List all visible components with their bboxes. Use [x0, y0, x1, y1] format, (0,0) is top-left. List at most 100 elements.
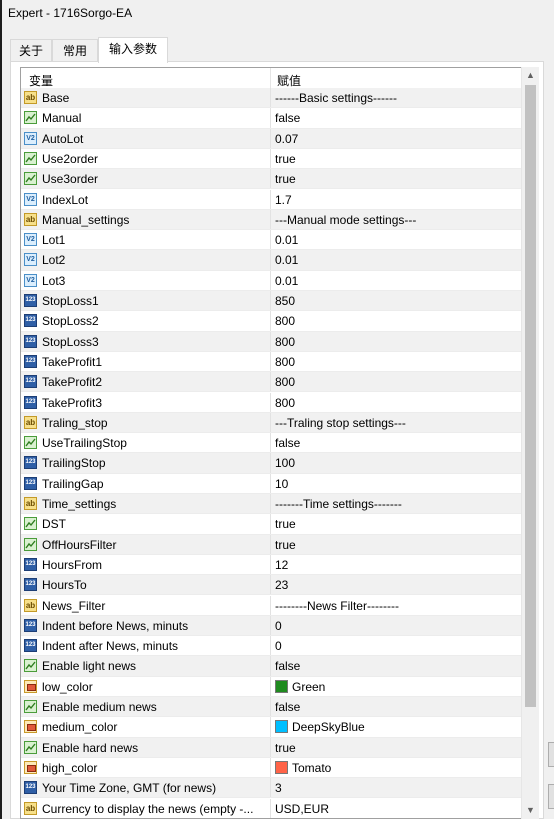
table-row[interactable]: 123 StopLoss1 850	[21, 291, 521, 312]
value-text: 0	[275, 618, 282, 633]
variable-value[interactable]: ---Traling stop settings---	[275, 416, 406, 430]
variable-value[interactable]: 3	[275, 781, 282, 795]
value-text: 800	[275, 375, 296, 390]
table-row[interactable]: Enable medium news false	[21, 697, 521, 718]
table-row[interactable]: low_color Green	[21, 676, 521, 697]
table-row[interactable]: V2 AutoLot 0.07	[21, 128, 521, 149]
variable-value[interactable]: ---Manual mode settings---	[275, 213, 416, 227]
table-row[interactable]: ab Time_settings -------Time settings-----…	[21, 494, 521, 515]
table-row[interactable]: 123 TrailingStop 100	[21, 453, 521, 474]
variable-value[interactable]: 23	[275, 578, 288, 592]
table-row[interactable]: 123 Your Time Zone, GMT (for news) 3	[21, 778, 521, 799]
variable-value[interactable]: --------News Filter--------	[275, 599, 399, 613]
variable-value[interactable]: 800	[275, 335, 295, 349]
variable-value[interactable]: false	[275, 111, 300, 125]
variable-value[interactable]: Green	[275, 679, 325, 694]
table-row[interactable]: 123 TakeProfit3 800	[21, 392, 521, 413]
table-row[interactable]: ab Traling_stop ---Traling stop settings--…	[21, 412, 521, 434]
variable-value[interactable]: 0	[275, 619, 282, 633]
int-icon: 123	[24, 354, 37, 368]
variable-value[interactable]: true	[275, 538, 296, 552]
table-row[interactable]: DST true	[21, 514, 521, 535]
table-row[interactable]: UseTrailingStop false	[21, 433, 521, 454]
scroll-up-icon[interactable]: ▲	[522, 67, 539, 84]
variable-value[interactable]: 1.7	[275, 193, 292, 207]
variable-value[interactable]: 800	[275, 396, 295, 410]
variable-value[interactable]: ------Basic settings------	[275, 91, 397, 105]
table-row[interactable]: 123 StopLoss3 800	[21, 331, 521, 352]
table-row[interactable]: 123 TakeProfit2 800	[21, 372, 521, 393]
variable-value[interactable]: 0	[275, 639, 282, 653]
table-row[interactable]: 123 HoursTo 23	[21, 575, 521, 596]
table-row[interactable]: 123 Indent before News, minuts 0	[21, 615, 521, 637]
column-divider	[270, 595, 271, 616]
side-button-bottom[interactable]	[548, 784, 554, 809]
table-row[interactable]: Use2order true	[21, 148, 521, 170]
table-row[interactable]: 123 TakeProfit1 800	[21, 351, 521, 373]
table-row[interactable]: V2 IndexLot 1.7	[21, 189, 521, 210]
color-icon	[24, 679, 37, 693]
variable-value[interactable]: true	[275, 172, 296, 186]
variable-value[interactable]: 100	[275, 456, 295, 470]
column-divider	[270, 554, 271, 576]
variable-value[interactable]: 0.01	[275, 253, 298, 267]
scroll-thumb[interactable]	[525, 85, 536, 707]
tab-common[interactable]: 常用	[52, 39, 98, 61]
table-row[interactable]: ab Currency to display the news (empty -.…	[21, 798, 521, 818]
header-variable[interactable]: 变量	[29, 72, 53, 89]
tab-inputs[interactable]: 输入参数	[98, 37, 168, 63]
color-swatch	[275, 760, 288, 774]
variable-value[interactable]: true	[275, 517, 296, 531]
table-row[interactable]: medium_color DeepSkyBlue	[21, 717, 521, 738]
table-row[interactable]: V2 Lot2 0.01	[21, 250, 521, 271]
table-row[interactable]: ab Manual_settings ---Manual mode settings…	[21, 209, 521, 231]
variable-value[interactable]: 0.01	[275, 274, 298, 288]
table-row[interactable]: Use3order true	[21, 169, 521, 190]
table-row[interactable]: ab News_Filter --------News Filter--------	[21, 595, 521, 616]
table-row[interactable]: V2 Lot1 0.01	[21, 230, 521, 251]
variable-name: Lot1	[42, 233, 66, 248]
table-row[interactable]: Enable light news false	[21, 656, 521, 677]
variable-value[interactable]: 12	[275, 558, 288, 572]
variable-value[interactable]: true	[275, 741, 296, 755]
variable-value[interactable]: false	[275, 659, 300, 673]
table-row[interactable]: Manual false	[21, 108, 521, 129]
column-divider	[270, 433, 271, 454]
bool-icon	[24, 740, 37, 754]
variable-value[interactable]: 800	[275, 375, 295, 389]
scroll-down-icon[interactable]: ▼	[522, 802, 539, 819]
table-row[interactable]: V2 Lot3 0.01	[21, 270, 521, 291]
table-row[interactable]: 123 StopLoss2 800	[21, 311, 521, 332]
variable-value[interactable]: USD,EUR	[275, 802, 329, 816]
variable-value[interactable]: 850	[275, 294, 295, 308]
variable-value[interactable]: 800	[275, 314, 295, 328]
variable-value[interactable]: 10	[275, 477, 288, 491]
variable-value[interactable]: 0.01	[275, 233, 298, 247]
variable-value[interactable]: true	[275, 152, 296, 166]
header-value[interactable]: 赋值	[277, 72, 301, 89]
vertical-scrollbar[interactable]: ▲ ▼	[521, 67, 539, 819]
variable-value[interactable]: -------Time settings-------	[275, 497, 402, 511]
table-row[interactable]: ab Base ------Basic settings------	[21, 88, 521, 109]
ab-icon: ab	[24, 415, 37, 429]
table-row[interactable]: 123 HoursFrom 12	[21, 554, 521, 576]
table-row[interactable]: 123 TrailingGap 10	[21, 473, 521, 494]
table-row[interactable]: OffHoursFilter true	[21, 534, 521, 555]
value-text: 850	[275, 294, 296, 308]
ab-icon: ab	[24, 598, 37, 612]
variable-value[interactable]: 0.07	[275, 132, 298, 146]
side-button-top[interactable]	[548, 742, 554, 767]
value-text: Tomato	[292, 760, 332, 775]
table-row[interactable]: high_color Tomato	[21, 757, 521, 779]
column-divider	[270, 453, 271, 474]
tab-about[interactable]: 关于	[10, 39, 52, 61]
variable-value[interactable]: 800	[275, 355, 295, 369]
column-divider	[270, 169, 271, 190]
variable-value[interactable]: false	[275, 700, 300, 714]
table-row[interactable]: 123 Indent after News, minuts 0	[21, 636, 521, 657]
variable-value[interactable]: false	[275, 436, 300, 450]
table-row[interactable]: Enable hard news true	[21, 737, 521, 758]
variable-value[interactable]: Tomato	[275, 760, 332, 775]
variable-value[interactable]: DeepSkyBlue	[275, 720, 365, 734]
column-divider	[270, 514, 271, 535]
